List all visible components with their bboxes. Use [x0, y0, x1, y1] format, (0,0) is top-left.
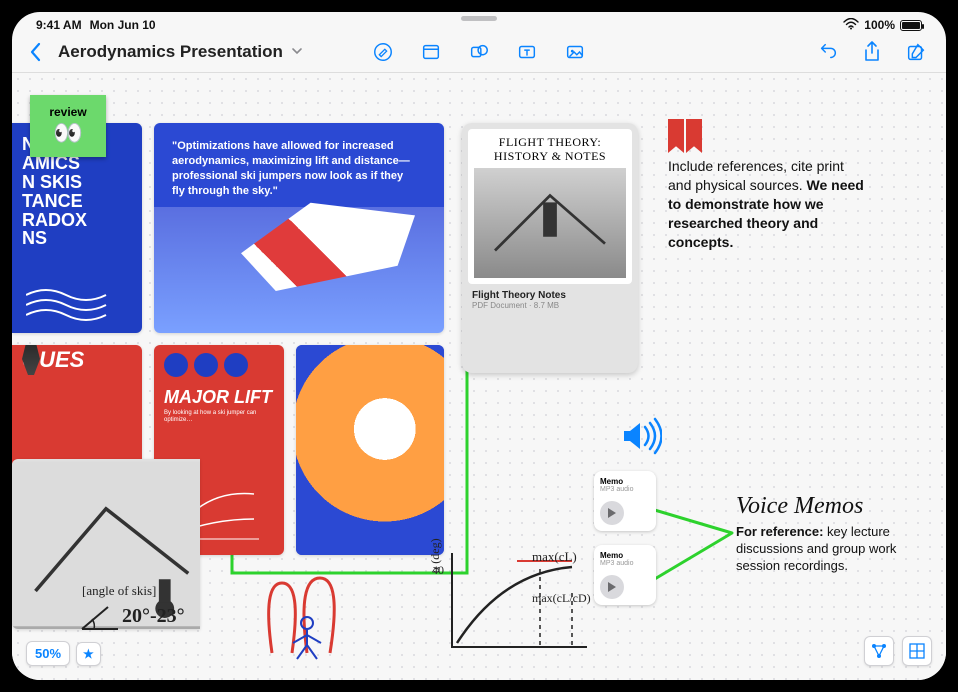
textbox-tool-button[interactable]: [513, 38, 541, 66]
graph-label-maxratio: max(cL/cD): [532, 591, 591, 606]
pdf-preview-image: [474, 168, 626, 278]
slide-quote-text: "Optimizations have allowed for increase…: [160, 129, 430, 208]
favorites-button[interactable]: ★: [76, 642, 101, 666]
file-card-flight-theory-pdf[interactable]: FLIGHT THEORY: HISTORY & NOTES Flight Th…: [462, 123, 638, 373]
media-tool-button[interactable]: [561, 38, 589, 66]
star-icon: ★: [83, 647, 94, 661]
graph-label-maxcl: max(cL): [532, 549, 577, 565]
screen: 9:41 AM Mon Jun 10 100% Aerodynamics Pre…: [12, 12, 946, 680]
pdf-preview: FLIGHT THEORY: HISTORY & NOTES: [468, 129, 632, 284]
memo2-label: Memo: [600, 551, 650, 560]
sticky-note-review[interactable]: review 👀: [30, 95, 106, 157]
text-block-references[interactable]: Include references, cite print and physi…: [668, 119, 868, 251]
blue-skier-doodle-icon[interactable]: [277, 613, 337, 663]
status-time: 9:41 AM: [36, 18, 82, 32]
bottom-left-controls: 50% ★: [26, 641, 101, 666]
major-lift-paragraph: By looking at how a ski jumper can optim…: [154, 410, 284, 424]
bookmark-icon: [668, 119, 702, 153]
status-bar: 9:41 AM Mon Jun 10 100%: [12, 12, 946, 34]
pen-tool-button[interactable]: [369, 38, 397, 66]
voice-body-bold: For reference:: [736, 524, 823, 539]
compose-button[interactable]: [902, 38, 930, 66]
major-lift-title: MAJOR LIFT: [164, 387, 274, 408]
sticky-review-text: review: [49, 105, 86, 119]
eyes-emoji-icon: 👀: [53, 119, 83, 148]
share-button[interactable]: [858, 38, 886, 66]
slide-card-quote[interactable]: "Optimizations have allowed for increase…: [154, 123, 444, 333]
navigator-button[interactable]: [864, 636, 894, 666]
freeform-canvas[interactable]: NS AMICS N SKIS TANCE RADOX NS "Optimiza…: [12, 73, 946, 680]
audio-file-card-memo-1[interactable]: Memo MP3 audio: [594, 471, 656, 531]
app-toolbar: Aerodynamics Presentation: [12, 34, 946, 73]
zoom-level-button[interactable]: 50%: [26, 641, 70, 666]
status-date: Mon Jun 10: [90, 18, 156, 32]
shape-tool-button[interactable]: [465, 38, 493, 66]
wifi-icon: [843, 18, 859, 33]
slide-card-goggles[interactable]: [296, 345, 444, 555]
board-title[interactable]: Aerodynamics Presentation: [54, 42, 283, 62]
voice-memos-heading: Voice Memos: [736, 491, 901, 522]
memo1-label: Memo: [600, 477, 650, 486]
memo1-sub: MP3 audio: [600, 486, 650, 493]
bottom-right-controls: [864, 636, 932, 666]
play-button[interactable]: [600, 501, 624, 525]
voice-memos-body: For reference: key lecture discussions a…: [736, 524, 901, 575]
memo2-sub: MP3 audio: [600, 560, 650, 567]
battery-icon: [900, 20, 922, 31]
undo-button[interactable]: [814, 38, 842, 66]
ipad-frame: 9:41 AM Mon Jun 10 100% Aerodynamics Pre…: [0, 0, 958, 692]
goggles-photo: [296, 345, 444, 555]
speaker-icon: [620, 417, 662, 460]
angle-sketch-icon: [78, 601, 122, 635]
back-button[interactable]: [22, 38, 50, 66]
title-chevron-down-icon[interactable]: [287, 45, 303, 59]
handwriting-angle-label[interactable]: [angle of skis]: [82, 583, 156, 599]
pdf-file-meta: PDF Document · 8.7 MB: [472, 301, 628, 310]
text-block-voice-memos[interactable]: Voice Memos For reference: key lecture d…: [736, 491, 901, 575]
handwriting-angle-value[interactable]: 20°-23°: [122, 605, 185, 628]
multitask-grabber[interactable]: [461, 16, 497, 21]
grid-toggle-button[interactable]: [902, 636, 932, 666]
audio-file-card-memo-2[interactable]: Memo MP3 audio: [594, 545, 656, 605]
waves-icon: [26, 285, 116, 325]
graph-y-tick: 40: [432, 563, 444, 578]
pdf-file-name: Flight Theory Notes: [472, 290, 628, 301]
battery-percent: 100%: [864, 18, 895, 32]
pdf-preview-title: FLIGHT THEORY: HISTORY & NOTES: [494, 135, 606, 164]
sticky-note-tool-button[interactable]: [417, 38, 445, 66]
zoom-value: 50%: [35, 646, 61, 661]
circle-icons-row: [154, 345, 284, 385]
play-button[interactable]: [600, 575, 624, 599]
